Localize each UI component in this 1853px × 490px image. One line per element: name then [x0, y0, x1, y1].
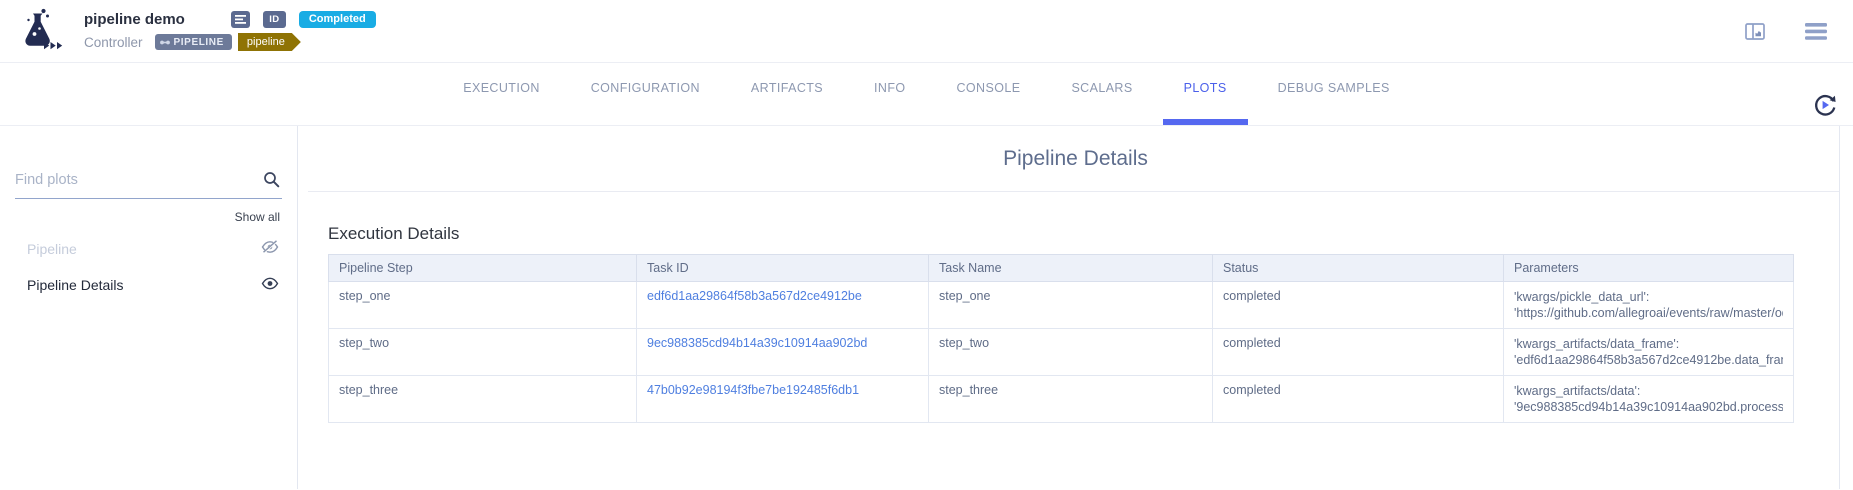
col-status: Status — [1213, 255, 1504, 282]
tab-plots[interactable]: PLOTS — [1183, 63, 1228, 125]
col-parameters: Parameters — [1504, 255, 1794, 282]
id-badge[interactable]: ID — [263, 11, 286, 28]
type-tag-label: PIPELINE — [174, 37, 224, 48]
find-plots-search — [15, 171, 282, 199]
task-id-link[interactable]: 9ec988385cd94b14a39c10914aa902bd — [647, 336, 867, 350]
sidebar-item-label: Pipeline — [27, 241, 77, 257]
task-name-cell: step_three — [929, 376, 1213, 423]
sidebar-item-pipeline-details[interactable]: Pipeline Details — [0, 267, 297, 303]
pipeline-step-cell: step_two — [329, 329, 637, 376]
top-header: pipeline demo ID Completed Controller — [0, 0, 1853, 63]
execution-details-table: Pipeline Step Task ID Task Name Status P… — [328, 254, 1794, 423]
task-name-cell: step_one — [929, 282, 1213, 329]
tab-artifacts[interactable]: ARTIFACTS — [750, 63, 824, 125]
tab-console[interactable]: CONSOLE — [956, 63, 1022, 125]
table-row: step_one edf6d1aa29864f58b3a567d2ce4912b… — [329, 282, 1794, 329]
pipeline-title: pipeline demo — [84, 11, 185, 28]
table-row: step_two 9ec988385cd94b14a39c10914aa902b… — [329, 329, 1794, 376]
details-icon[interactable] — [231, 11, 250, 28]
project-tag[interactable]: pipeline — [238, 33, 301, 51]
scroll-gutter-divider — [1839, 126, 1840, 489]
clearml-pipeline-logo[interactable] — [14, 6, 66, 59]
show-all-link[interactable]: Show all — [17, 210, 280, 224]
section-title: Execution Details — [328, 224, 1853, 244]
page-title: Pipeline Details — [298, 147, 1853, 171]
status-cell: completed — [1213, 376, 1504, 423]
tab-configuration[interactable]: CONFIGURATION — [590, 63, 701, 125]
status-cell: completed — [1213, 329, 1504, 376]
tab-execution[interactable]: EXECUTION — [462, 63, 541, 125]
status-cell: completed — [1213, 282, 1504, 329]
title-divider — [308, 191, 1839, 192]
sidebar-item-label: Pipeline Details — [27, 277, 124, 293]
menu-icon[interactable] — [1805, 23, 1827, 40]
plots-panel: Pipeline Details Execution Details Pipel… — [298, 126, 1853, 489]
search-icon[interactable] — [263, 171, 280, 193]
pipeline-type-tag: PIPELINE — [155, 34, 232, 50]
col-task-name: Task Name — [929, 255, 1213, 282]
status-badge: Completed — [299, 11, 376, 28]
plots-sidebar: Show all Pipeline Pipeline Details — [0, 126, 298, 489]
parameters-cell: 'kwargs/pickle_data_url': 'https://githu… — [1504, 282, 1794, 329]
pipeline-nodes-icon — [160, 38, 170, 47]
task-id-link[interactable]: edf6d1aa29864f58b3a567d2ce4912be — [647, 289, 862, 303]
col-pipeline-step: Pipeline Step — [329, 255, 637, 282]
search-input[interactable] — [15, 172, 256, 188]
tab-debug-samples[interactable]: DEBUG SAMPLES — [1277, 63, 1391, 125]
pipeline-step-cell: step_one — [329, 282, 637, 329]
eye-off-icon[interactable] — [261, 240, 279, 257]
task-id-link[interactable]: 47b0b92e98194f3fbe7be192485f6db1 — [647, 383, 859, 397]
sidebar-item-pipeline[interactable]: Pipeline — [0, 230, 297, 267]
task-name-cell: step_two — [929, 329, 1213, 376]
table-plot-view-icon[interactable] — [1745, 23, 1765, 40]
tab-bar: EXECUTION CONFIGURATION ARTIFACTS INFO C… — [0, 63, 1853, 126]
controller-label: Controller — [84, 35, 143, 50]
eye-icon[interactable] — [261, 277, 279, 293]
tab-scalars[interactable]: SCALARS — [1070, 63, 1133, 125]
auto-refresh-icon[interactable] — [1812, 92, 1838, 123]
col-task-id: Task ID — [637, 255, 929, 282]
table-row: step_three 47b0b92e98194f3fbe7be192485f6… — [329, 376, 1794, 423]
table-header-row: Pipeline Step Task ID Task Name Status P… — [329, 255, 1794, 282]
active-tab-underline — [1163, 119, 1248, 125]
tab-info[interactable]: INFO — [873, 63, 906, 125]
pipeline-step-cell: step_three — [329, 376, 637, 423]
list-lines-icon — [235, 15, 246, 24]
parameters-cell: 'kwargs_artifacts/data': '9ec988385cd94b… — [1504, 376, 1794, 423]
parameters-cell: 'kwargs_artifacts/data_frame': 'edf6d1aa… — [1504, 329, 1794, 376]
